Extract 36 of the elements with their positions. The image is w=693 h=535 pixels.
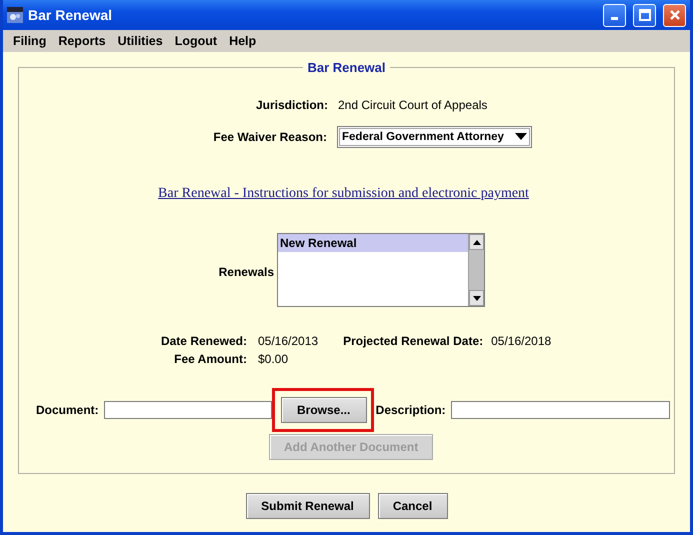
renewals-label: Renewals	[218, 265, 274, 279]
submit-button[interactable]: Submit Renewal	[246, 493, 370, 519]
jurisdiction-value: 2nd Circuit Court of Appeals	[338, 98, 488, 112]
fee-waiver-dropdown[interactable]: Federal Government Attorney	[337, 126, 532, 148]
close-icon[interactable]	[663, 4, 686, 26]
maximize-icon[interactable]	[633, 4, 656, 26]
document-field[interactable]	[104, 401, 272, 419]
projected-date-value: 05/16/2018	[491, 334, 552, 348]
window-title: Bar Renewal	[28, 7, 114, 23]
scrollbar[interactable]	[468, 234, 484, 306]
dropdown-arrow-icon	[515, 133, 527, 141]
menu-item[interactable]: Reports	[52, 34, 112, 48]
fee-waiver-label: Fee Waiver Reason:	[212, 130, 327, 144]
description-field[interactable]	[450, 401, 670, 419]
fee-amount-value: $0.00	[258, 352, 288, 366]
menu-item[interactable]: Utilities	[112, 34, 169, 48]
projected-date-label: Projected Renewal Date:	[343, 334, 484, 348]
cancel-button[interactable]: Cancel	[378, 493, 448, 519]
scroll-down-icon[interactable]	[472, 296, 480, 300]
app-icon	[7, 7, 23, 23]
browse-button[interactable]: Browse...	[280, 397, 367, 423]
document-label: Document:	[36, 403, 99, 417]
menu-item[interactable]: Filing	[7, 34, 52, 48]
date-renewed-label: Date Renewed:	[160, 334, 247, 348]
jurisdiction-label: Jurisdiction:	[254, 98, 328, 112]
renewals-list[interactable]: New Renewal	[277, 233, 485, 307]
description-label: Description:	[376, 403, 446, 417]
menu-item[interactable]: Help	[223, 34, 262, 48]
group-title: Bar Renewal	[306, 60, 387, 75]
list-item[interactable]: New Renewal	[278, 234, 468, 252]
instructions-link[interactable]: Bar Renewal - Instructions for submission and electronic payment	[158, 186, 529, 202]
menu-item[interactable]: Logout	[168, 34, 224, 48]
fee-amount-label: Fee Amount:	[173, 352, 247, 366]
date-renewed-value: 05/16/2013	[258, 334, 318, 348]
minimize-icon[interactable]	[603, 4, 626, 26]
scroll-up-icon[interactable]	[472, 240, 480, 244]
